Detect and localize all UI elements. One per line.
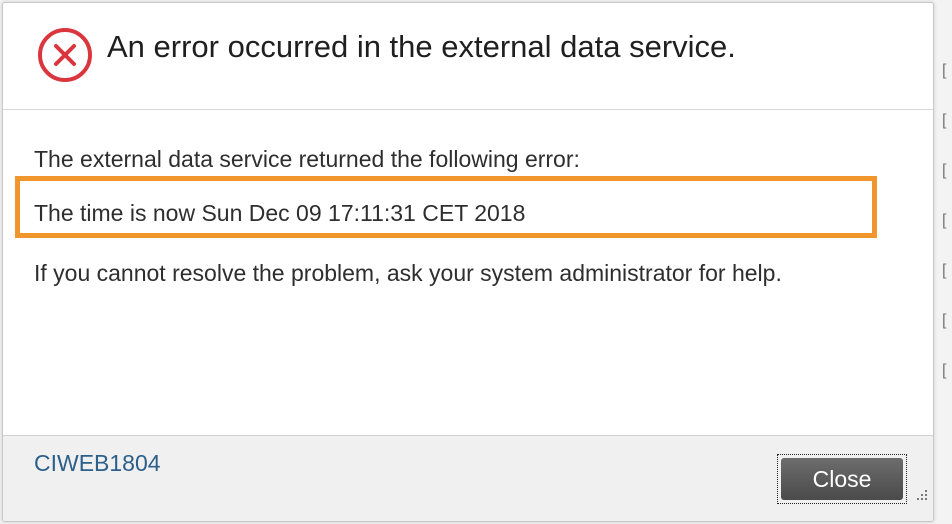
error-circle-x-icon (38, 28, 92, 82)
background-row-fragment: [ (942, 262, 947, 279)
dialog-header: An error occurred in the external data s… (3, 3, 933, 110)
background-row-fragment: [ (942, 112, 947, 129)
error-dialog: An error occurred in the external data s… (2, 2, 934, 522)
background-list-edge: [ [ [ [ [ [ [ (940, 0, 952, 524)
advice-text: If you cannot resolve the problem, ask y… (34, 260, 782, 286)
background-row-fragment: [ (942, 162, 947, 179)
background-row-fragment: [ (942, 362, 947, 379)
background-row-fragment: [ (942, 212, 947, 229)
dialog-body: The external data service returned the f… (3, 110, 933, 436)
background-row-fragment: [ (942, 312, 947, 329)
resize-grip-icon[interactable] (915, 488, 929, 502)
error-code-link[interactable]: CIWEB1804 (34, 450, 161, 477)
error-intro-text: The external data service returned the f… (34, 146, 580, 172)
background-row-fragment: [ (942, 62, 947, 79)
dialog-footer: CIWEB1804 Close (3, 435, 933, 521)
close-button-label: Close (781, 458, 903, 500)
error-detail-text: The time is now Sun Dec 09 17:11:31 CET … (34, 200, 526, 226)
dialog-title: An error occurred in the external data s… (107, 29, 736, 64)
close-button[interactable]: Close (777, 454, 907, 504)
